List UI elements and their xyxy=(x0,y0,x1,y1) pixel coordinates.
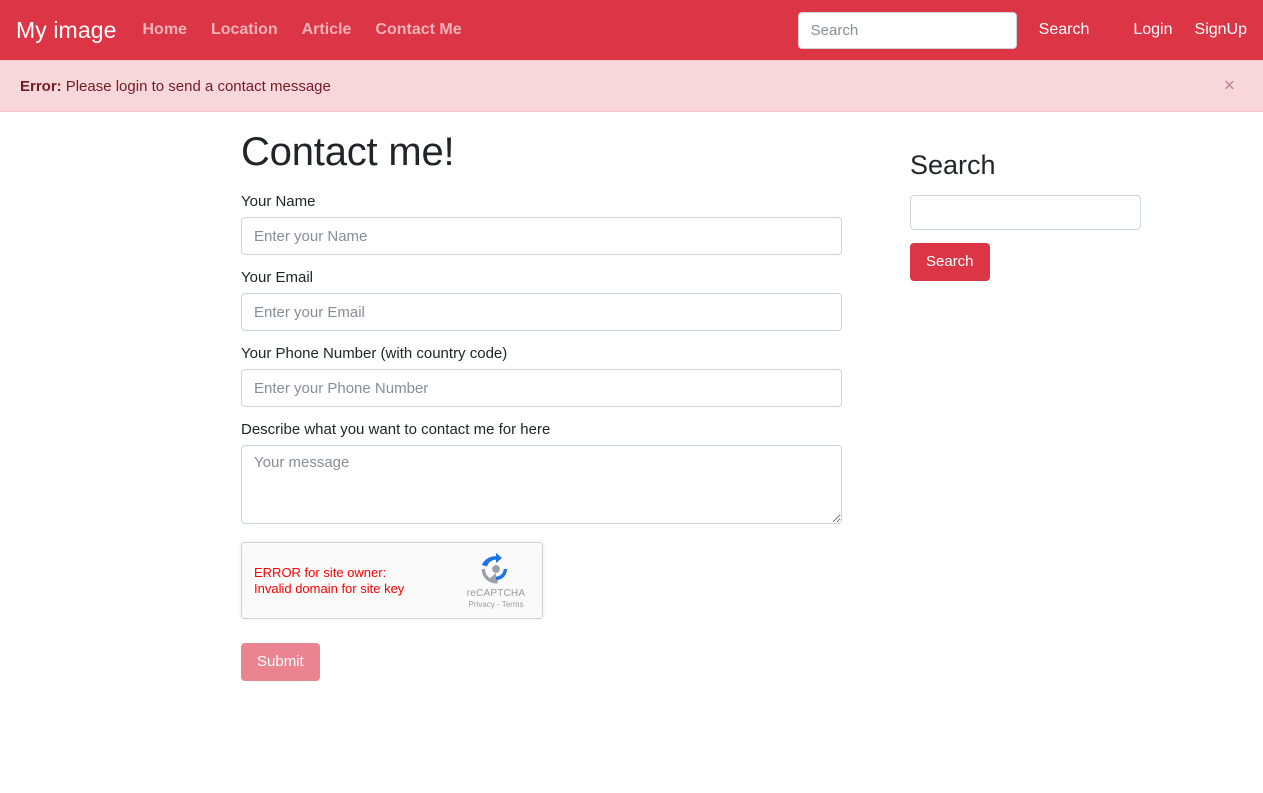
sidebar-search-button[interactable]: Search xyxy=(910,243,990,281)
nav-link-contact-me[interactable]: Contact Me xyxy=(375,21,461,39)
input-your-name[interactable] xyxy=(241,217,842,255)
submit-button[interactable]: Submit xyxy=(241,643,320,681)
top-navbar: My image Home Location Article Contact M… xyxy=(0,0,1263,60)
alert-message: Please login to send a contact message xyxy=(65,77,331,95)
sidebar-search-input[interactable] xyxy=(910,195,1141,230)
navbar-search-button[interactable]: Search xyxy=(1039,21,1090,39)
recaptcha-error-message: ERROR for site owner: Invalid domain for… xyxy=(254,565,460,597)
input-message[interactable] xyxy=(241,445,842,524)
recaptcha-icon xyxy=(481,552,508,584)
label-your-phone: Your Phone Number (with country code) xyxy=(241,345,508,362)
field-group-message: Describe what you want to contact me for… xyxy=(241,421,865,524)
content-container: Contact me! Your Name Your Email Your Ph… xyxy=(0,112,1263,681)
page-title: Contact me! xyxy=(241,130,455,174)
contact-form-column: Contact me! Your Name Your Email Your Ph… xyxy=(225,112,865,681)
nav-link-home[interactable]: Home xyxy=(143,21,187,39)
navbar-signup-link[interactable]: SignUp xyxy=(1195,21,1247,39)
page-body: Contact me! Your Name Your Email Your Ph… xyxy=(0,112,1263,710)
label-message: Describe what you want to contact me for… xyxy=(241,421,551,438)
navbar-right-group: Search Login SignUp xyxy=(797,11,1247,49)
close-icon[interactable]: × xyxy=(1218,75,1241,98)
recaptcha-error-line1: ERROR for site owner: xyxy=(254,564,387,580)
field-group-phone: Your Phone Number (with country code) xyxy=(241,345,865,407)
label-your-email: Your Email xyxy=(241,269,313,286)
recaptcha-brand-label: reCAPTCHA xyxy=(466,588,526,599)
field-group-name: Your Name xyxy=(241,193,865,255)
primary-nav: Home Location Article Contact Me xyxy=(143,21,462,39)
recaptcha-widget[interactable]: ERROR for site owner: Invalid domain for… xyxy=(241,542,543,619)
alert-prefix: Error: xyxy=(20,77,62,95)
nav-link-location[interactable]: Location xyxy=(211,21,278,39)
recaptcha-error-line2: Invalid domain for site key xyxy=(254,580,405,596)
brand-logo[interactable]: My image xyxy=(16,17,117,44)
recaptcha-branding: reCAPTCHA Privacy - Terms xyxy=(460,552,532,609)
nav-link-article[interactable]: Article xyxy=(302,21,352,39)
contact-form: Your Name Your Email Your Phone Number (… xyxy=(225,193,865,681)
field-group-email: Your Email xyxy=(241,269,865,331)
sidebar-title: Search xyxy=(910,150,996,180)
error-alert: Error: Please login to send a contact me… xyxy=(0,60,1263,112)
label-your-name: Your Name xyxy=(241,193,316,210)
input-your-phone[interactable] xyxy=(241,369,842,407)
recaptcha-privacy-terms[interactable]: Privacy - Terms xyxy=(469,600,524,609)
sidebar-search-column: Search Search xyxy=(910,112,1170,681)
navbar-login-link[interactable]: Login xyxy=(1133,21,1172,39)
input-your-email[interactable] xyxy=(241,293,842,331)
navbar-search-input[interactable] xyxy=(797,11,1017,49)
